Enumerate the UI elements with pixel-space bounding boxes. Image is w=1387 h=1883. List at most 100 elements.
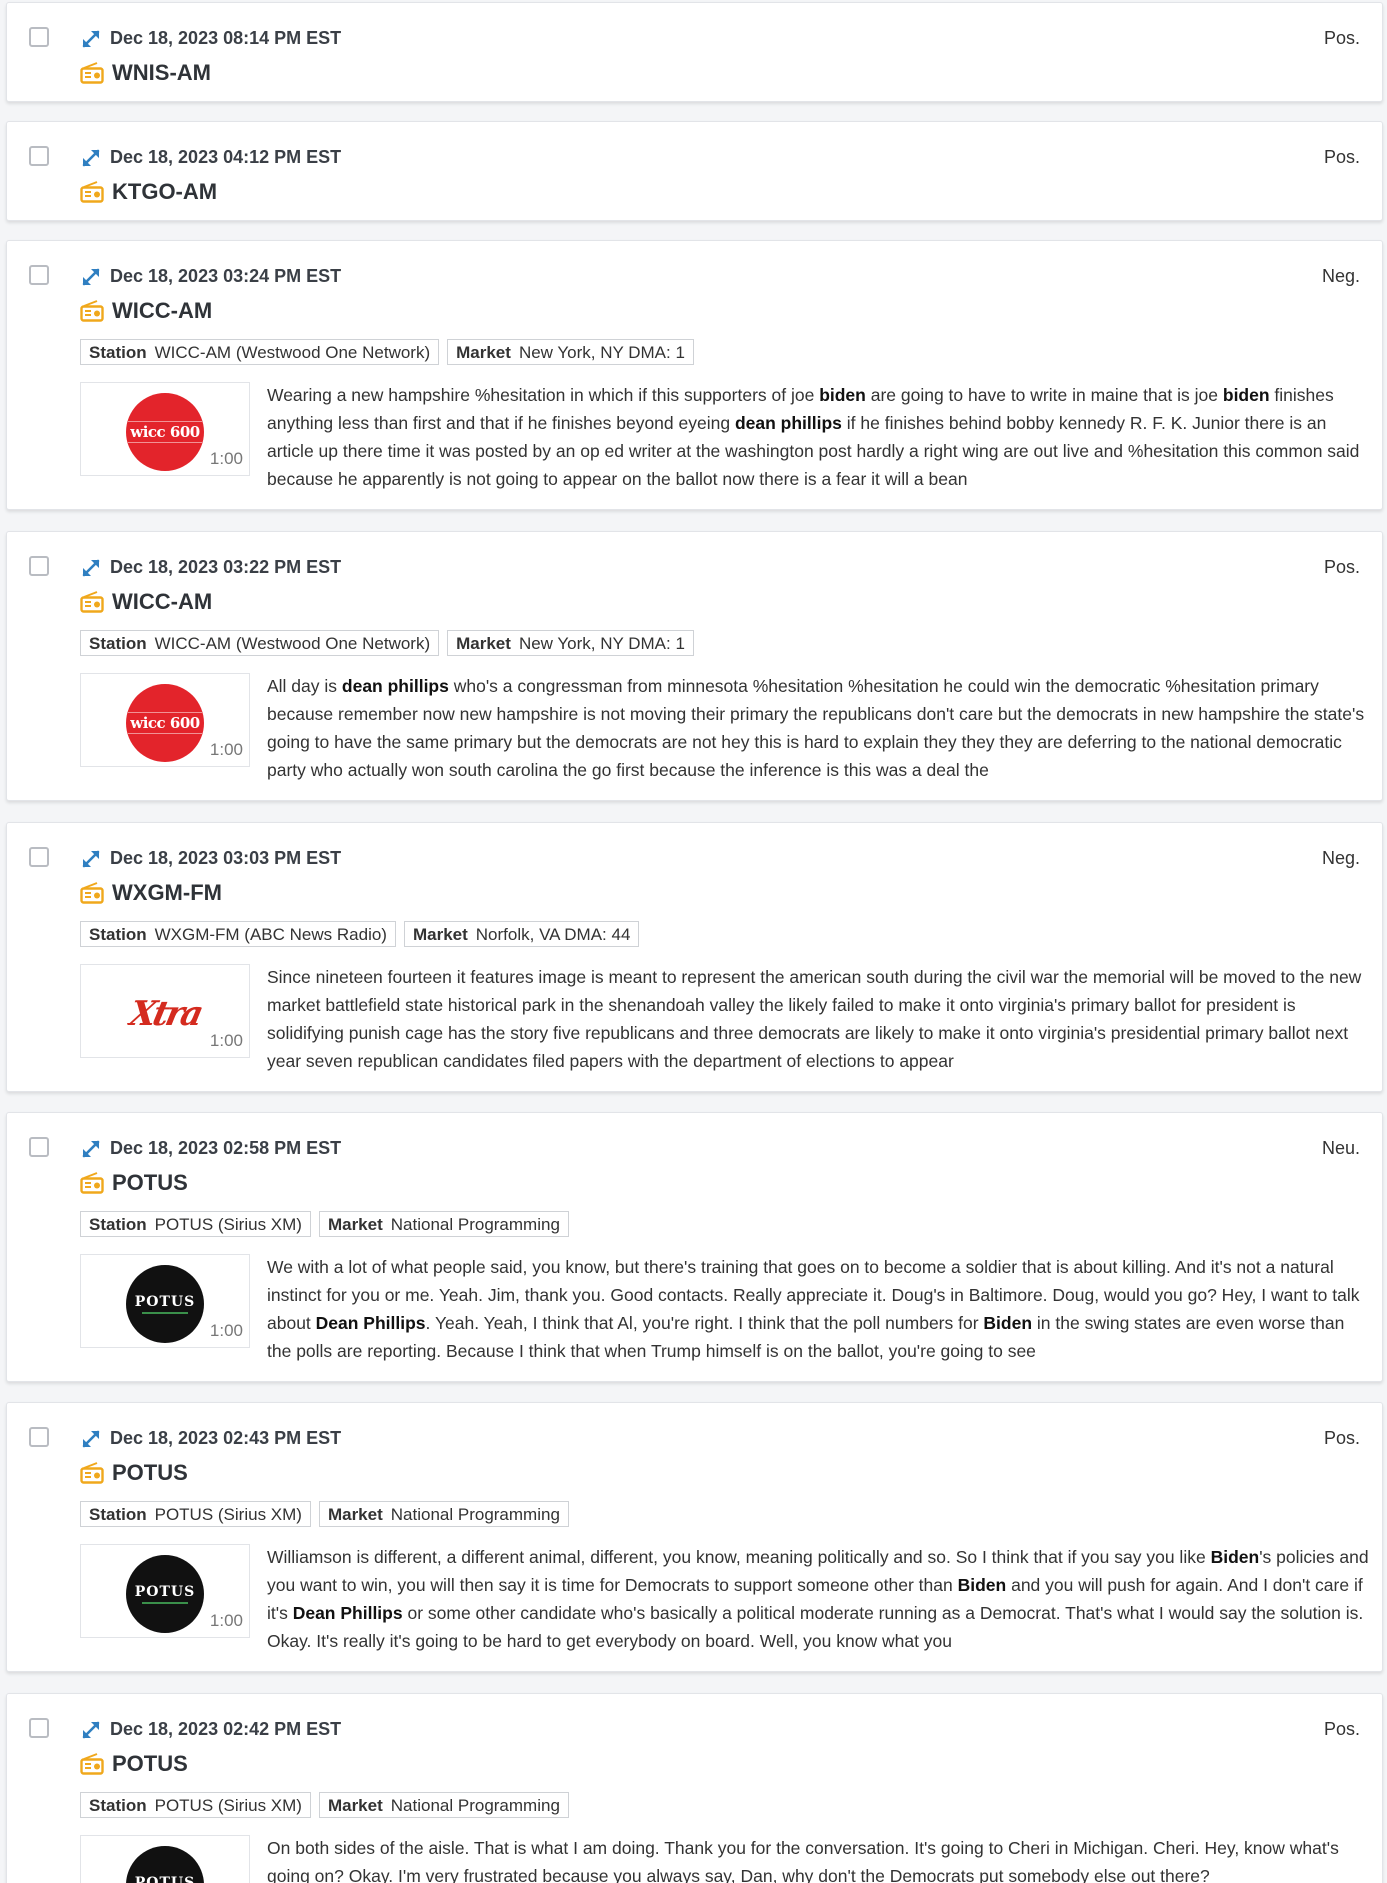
station-logo-text: POTUS — [134, 1294, 196, 1310]
market-tag: Market National Programming — [318, 1792, 569, 1818]
market-tag: Market New York, NY DMA: 1 — [447, 630, 694, 656]
sentiment-label: Pos. — [1323, 1428, 1360, 1448]
expand-arrows-icon[interactable] — [80, 1428, 102, 1450]
media-thumbnail[interactable]: POTUS1:00 — [80, 1544, 250, 1638]
transcript-snippet[interactable]: Williamson is different, a different ani… — [267, 1543, 1372, 1655]
market-tag: Market New York, NY DMA: 1 — [447, 339, 694, 365]
expand-arrows-icon[interactable] — [80, 147, 102, 169]
station-name[interactable]: WNIS-AM — [112, 60, 211, 86]
station-logo-text: POTUS — [134, 1875, 196, 1883]
transcript-snippet[interactable]: Wearing a new hampshire %hesitation in w… — [267, 381, 1372, 493]
keyword-highlight: Biden — [983, 1313, 1033, 1333]
broadcast-date: Dec 18, 2023 03:24 PM EST — [110, 266, 342, 286]
station-logo: wicc 600 — [126, 684, 204, 762]
station-tag-value: POTUS (Sirius XM) — [154, 1505, 302, 1524]
market-tag-key: Market — [412, 925, 468, 944]
market-tag-key: Market — [327, 1215, 383, 1234]
station-name[interactable]: WXGM-FM — [112, 880, 222, 906]
media-thumbnail[interactable]: wicc 600 1:00 — [80, 673, 250, 767]
radio-icon — [80, 1462, 104, 1484]
station-name[interactable]: WICC-AM — [112, 589, 212, 615]
select-checkbox[interactable] — [29, 556, 49, 576]
snippet-text: . Yeah. Yeah, I think that Al, you're ri… — [425, 1313, 984, 1333]
expand-arrows-icon[interactable] — [80, 848, 102, 870]
sentiment-label: Pos. — [1323, 147, 1360, 167]
keyword-highlight: biden — [819, 385, 866, 405]
logo-stripe — [142, 1312, 188, 1314]
station-tag-key: Station — [89, 634, 147, 653]
station-tag: Station POTUS (Sirius XM) — [80, 1792, 311, 1818]
station-name[interactable]: POTUS — [112, 1751, 188, 1777]
station-tag-key: Station — [89, 925, 147, 944]
result-card[interactable]: Dec 18, 2023 02:58 PM EST Neu. POTUS Statio… — [6, 1112, 1383, 1382]
snippet-text: Wearing a new hampshire %hesitation in w… — [267, 385, 820, 405]
select-checkbox[interactable] — [29, 847, 49, 867]
media-thumbnail[interactable]: POTUS1:00 — [80, 1835, 250, 1883]
expand-arrows-icon[interactable] — [80, 1719, 102, 1741]
station-tag-value: POTUS (Sirius XM) — [154, 1215, 302, 1234]
snippet-text: Since nineteen fourteen it features imag… — [267, 967, 1362, 1071]
select-checkbox[interactable] — [29, 27, 49, 47]
station-name[interactable]: WICC-AM — [112, 298, 212, 324]
clip-duration: 1:00 — [209, 1611, 243, 1630]
transcript-snippet[interactable]: All day is dean phillips who's a congres… — [267, 672, 1372, 784]
expand-arrows-icon[interactable] — [80, 557, 102, 579]
result-card[interactable]: Dec 18, 2023 03:03 PM EST Neg. WXGM-FM Stat… — [6, 822, 1383, 1092]
transcript-snippet[interactable]: We with a lot of what people said, you k… — [267, 1253, 1372, 1365]
keyword-highlight: dean phillips — [341, 676, 449, 696]
radio-icon — [80, 882, 104, 904]
result-card[interactable]: Dec 18, 2023 08:14 PM EST Pos. WNIS-AM — [6, 2, 1383, 102]
snippet-text: On both sides of the aisle. That is what… — [267, 1838, 1339, 1883]
station-logo-text: wicc 600 — [128, 421, 202, 443]
station-tag: Station WICC-AM (Westwood One Network) — [80, 339, 440, 365]
expand-arrows-icon[interactable] — [80, 266, 102, 288]
radio-icon — [80, 1753, 104, 1775]
expand-arrows-icon[interactable] — [80, 1138, 102, 1160]
result-card[interactable]: Dec 18, 2023 03:24 PM EST Neg. WICC-AM Stat… — [6, 240, 1383, 510]
station-logo: POTUS — [126, 1846, 204, 1883]
select-checkbox[interactable] — [29, 1718, 49, 1738]
broadcast-date: Dec 18, 2023 02:58 PM EST — [110, 1138, 342, 1158]
sentiment-label: Pos. — [1323, 28, 1360, 48]
result-card[interactable]: Dec 18, 2023 04:12 PM EST Pos. KTGO-AM — [6, 121, 1383, 221]
station-tag-key: Station — [89, 1215, 147, 1234]
transcript-snippet[interactable]: On both sides of the aisle. That is what… — [267, 1834, 1372, 1883]
select-checkbox[interactable] — [29, 1427, 49, 1447]
market-tag: Market National Programming — [318, 1501, 569, 1527]
result-card[interactable]: Dec 18, 2023 02:43 PM EST Pos. POTUS Statio… — [6, 1402, 1383, 1672]
keyword-highlight: Biden — [957, 1575, 1007, 1595]
radio-icon — [80, 181, 104, 203]
select-checkbox[interactable] — [29, 265, 49, 285]
expand-arrows-icon[interactable] — [80, 28, 102, 50]
station-tag: Station POTUS (Sirius XM) — [80, 1211, 311, 1237]
media-thumbnail[interactable]: Xtra 1:00 — [80, 964, 250, 1058]
transcript-snippet[interactable]: Since nineteen fourteen it features imag… — [267, 963, 1372, 1075]
keyword-highlight: biden — [1222, 385, 1270, 405]
radio-icon — [80, 1172, 104, 1194]
broadcast-date: Dec 18, 2023 02:42 PM EST — [110, 1719, 342, 1739]
station-logo: POTUS — [126, 1265, 204, 1343]
station-name[interactable]: POTUS — [112, 1460, 188, 1486]
station-logo: wicc 600 — [126, 393, 204, 471]
metadata-tags: Station POTUS (Sirius XM) Market National P… — [80, 1211, 569, 1237]
metadata-tags: Station POTUS (Sirius XM) Market National P… — [80, 1501, 569, 1527]
market-tag-key: Market — [456, 343, 511, 362]
station-name[interactable]: KTGO-AM — [112, 179, 217, 205]
station-tag-key: Station — [89, 343, 147, 362]
media-thumbnail[interactable]: POTUS1:00 — [80, 1254, 250, 1348]
result-card[interactable]: Dec 18, 2023 02:42 PM EST Pos. POTUS Statio… — [6, 1693, 1383, 1883]
radio-icon — [80, 300, 104, 322]
market-tag-key: Market — [327, 1796, 383, 1815]
station-name[interactable]: POTUS — [112, 1170, 188, 1196]
result-card[interactable]: Dec 18, 2023 03:22 PM EST Pos. WICC-AM Stat… — [6, 531, 1383, 801]
select-checkbox[interactable] — [29, 146, 49, 166]
station-logo-text: Xtra — [126, 994, 204, 1034]
station-tag-key: Station — [89, 1505, 147, 1524]
broadcast-date: Dec 18, 2023 02:43 PM EST — [110, 1428, 342, 1448]
station-logo-text: wicc 600 — [128, 712, 202, 734]
broadcast-date: Dec 18, 2023 04:12 PM EST — [110, 147, 342, 167]
station-logo: Xtra — [126, 975, 204, 1053]
media-thumbnail[interactable]: wicc 600 1:00 — [80, 382, 250, 476]
select-checkbox[interactable] — [29, 1137, 49, 1157]
sentiment-label: Neu. — [1321, 1138, 1360, 1158]
